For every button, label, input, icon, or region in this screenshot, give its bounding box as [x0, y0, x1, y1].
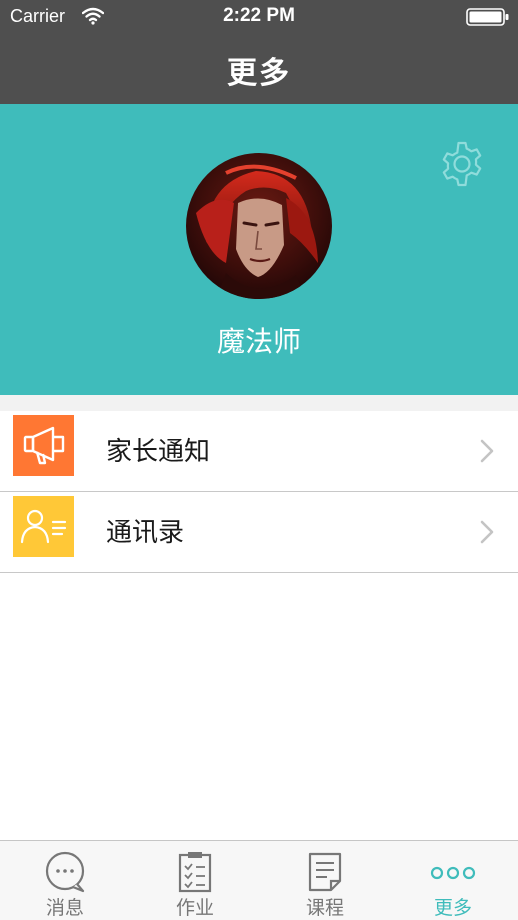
section-divider — [0, 395, 518, 411]
gear-icon — [442, 141, 482, 187]
menu-item-parent-notice[interactable]: 家长通知 — [0, 411, 518, 492]
tab-homework[interactable]: 作业 — [130, 841, 260, 920]
navigation-bar: 更多 — [0, 34, 518, 104]
status-bar: Carrier 2:22 PM — [0, 0, 518, 34]
contacts-icon — [13, 496, 74, 557]
menu-item-contacts[interactable]: 通讯录 — [0, 492, 518, 573]
tab-label: 作业 — [175, 897, 214, 919]
more-dots-icon — [388, 851, 518, 893]
page-title: 更多 — [227, 56, 291, 91]
avatar[interactable] — [186, 153, 332, 299]
profile-header: 魔法师 — [0, 104, 518, 395]
tab-more[interactable]: 更多 — [388, 841, 518, 920]
status-time: 2:22 PM — [223, 5, 295, 26]
tab-label: 课程 — [305, 897, 344, 919]
username: 魔法师 — [216, 325, 301, 358]
chevron-right-icon — [480, 520, 494, 548]
tab-label: 更多 — [433, 897, 472, 919]
tab-label: 消息 — [45, 897, 84, 919]
chevron-right-icon — [480, 439, 494, 467]
clipboard-checklist-icon — [130, 851, 260, 893]
megaphone-icon — [13, 415, 74, 476]
settings-button[interactable] — [438, 140, 486, 188]
tab-bar: 消息 作业 课程 更多 — [0, 840, 518, 920]
tab-messages[interactable]: 消息 — [0, 841, 130, 920]
tab-courses[interactable]: 课程 — [260, 841, 390, 920]
document-icon — [260, 851, 390, 893]
battery-icon — [466, 8, 510, 30]
message-bubble-icon — [0, 851, 130, 893]
menu-item-label: 家长通知 — [106, 437, 211, 467]
menu-item-label: 通讯录 — [106, 518, 185, 548]
